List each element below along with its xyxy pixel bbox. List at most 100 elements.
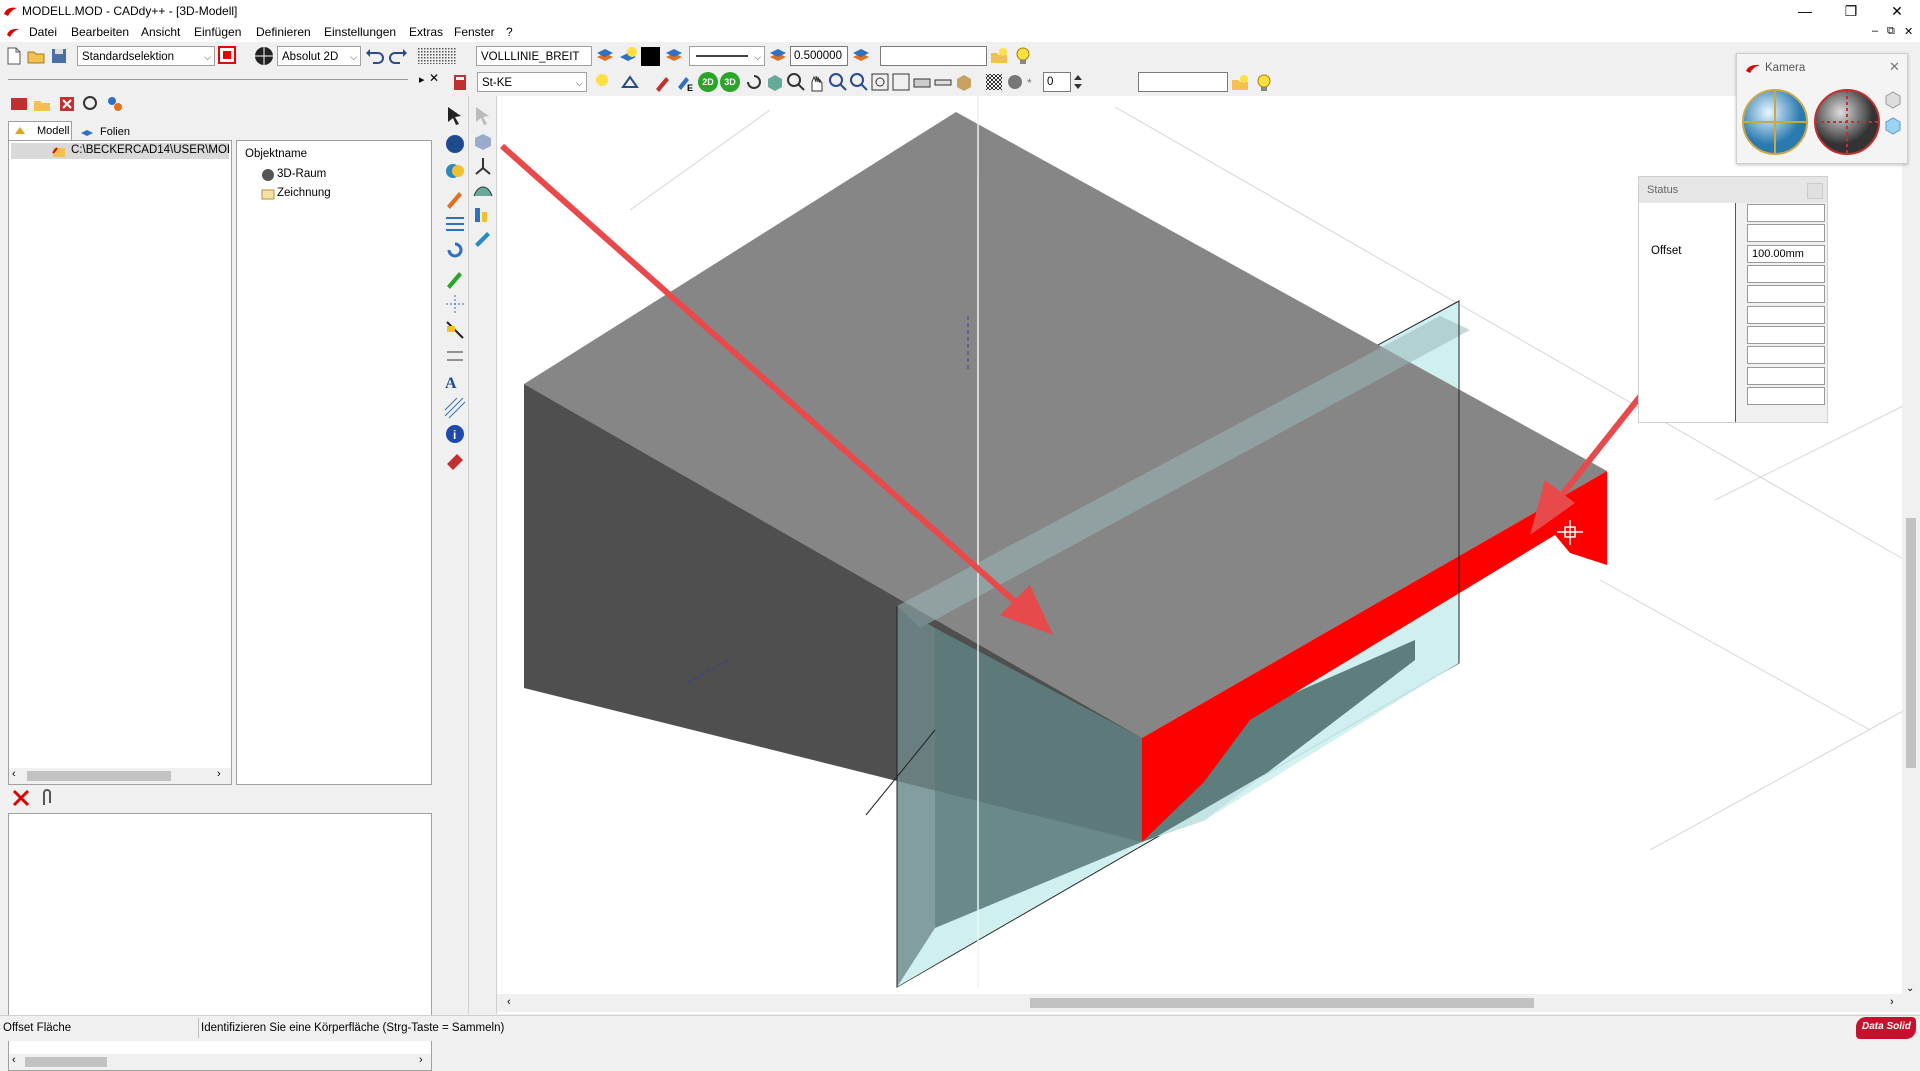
linewidth-layer-icon[interactable] — [767, 45, 789, 67]
close-button[interactable]: ✕ — [1874, 0, 1920, 22]
info-icon[interactable]: i — [443, 422, 467, 446]
linewidth-field[interactable]: 0.500000 — [790, 46, 848, 66]
draw-pencil-icon[interactable] — [443, 186, 467, 210]
layer-icon[interactable] — [594, 45, 616, 67]
orbit-globe-icon[interactable] — [1741, 88, 1809, 156]
view-cube-gray-icon[interactable] — [1883, 90, 1903, 110]
scroll-down-icon[interactable]: ⌄ — [1906, 983, 1914, 994]
pin-icon[interactable]: ▸ — [419, 73, 425, 86]
menu-datei[interactable]: Datei — [29, 25, 57, 39]
shading-cube-icon[interactable] — [953, 71, 975, 93]
offset-value-field[interactable]: 100.00mm — [1747, 245, 1825, 263]
menu-einstellungen[interactable]: Einstellungen — [324, 25, 396, 39]
menu-einfuegen[interactable]: Einfügen — [194, 25, 241, 39]
paint-icon[interactable] — [471, 226, 495, 250]
lightbulb-icon[interactable] — [1012, 45, 1034, 67]
add-folder-icon[interactable] — [32, 93, 54, 115]
delete-red-icon[interactable] — [56, 93, 78, 115]
line-style-select[interactable]: ⌵ — [689, 46, 765, 66]
scroll-left-icon[interactable]: ‹ — [12, 768, 16, 780]
layer-number-field[interactable]: 0 — [1043, 72, 1071, 92]
view-cube-blue-icon[interactable] — [1883, 116, 1903, 136]
zoom-extents-icon[interactable] — [890, 71, 912, 93]
status-field-4[interactable] — [1747, 265, 1825, 283]
light-cube-icon[interactable] — [591, 71, 613, 93]
layer-light-icon[interactable] — [617, 45, 639, 67]
toolbar1-blank-field[interactable] — [880, 46, 987, 66]
folder-light-icon-2[interactable] — [1230, 72, 1252, 94]
selection-hscrollbar[interactable]: ‹ › — [9, 1054, 431, 1070]
view-2d-button[interactable]: 2D — [698, 72, 718, 92]
edit-e-icon[interactable]: E — [674, 71, 696, 93]
pan-hand-icon[interactable] — [806, 71, 828, 93]
measure-icon[interactable] — [443, 318, 467, 342]
kamera-close-icon[interactable]: ✕ — [1889, 59, 1900, 75]
orbit-dark-globe-icon[interactable] — [1813, 88, 1881, 156]
edit-green-icon[interactable] — [443, 266, 467, 290]
sphere-icon[interactable] — [1004, 71, 1026, 93]
doc-minimize-button[interactable]: – — [1872, 25, 1878, 37]
scroll-right-icon[interactable]: › — [1890, 996, 1894, 1008]
tab-folien[interactable]: Folien — [72, 123, 134, 141]
rotate-view-icon[interactable] — [743, 71, 765, 93]
doc-close-button[interactable]: ✕ — [1904, 25, 1913, 38]
object-item-zeichnung[interactable]: Zeichnung — [261, 186, 421, 202]
tree-item-selected[interactable]: C:\BECKERCAD14\USER\MOD — [11, 143, 229, 159]
menu-fenster[interactable]: Fenster — [454, 25, 495, 39]
scroll-thumb[interactable] — [27, 771, 171, 781]
folder-light-icon[interactable] — [989, 45, 1011, 67]
color-layer-icon[interactable] — [663, 45, 685, 67]
status-field-9[interactable] — [1747, 367, 1825, 385]
status-field-10[interactable] — [1747, 387, 1825, 405]
star-icon[interactable]: * — [1026, 73, 1038, 95]
status-field-6[interactable] — [1747, 306, 1825, 324]
view-cube-icon[interactable] — [764, 71, 786, 93]
hatch-tool-icon[interactable] — [443, 396, 467, 420]
selection-mode-select[interactable]: Standardselektion ⌵ — [77, 46, 215, 66]
scroll-left-icon[interactable]: ‹ — [12, 1054, 16, 1066]
box-primitive-icon[interactable] — [471, 130, 495, 154]
point-snap-icon[interactable] — [443, 292, 467, 316]
scroll-left-icon[interactable]: ‹ — [507, 996, 511, 1008]
minimize-button[interactable]: — — [1782, 0, 1828, 22]
status-field-7[interactable] — [1747, 326, 1825, 344]
hscroll-thumb[interactable] — [1030, 998, 1534, 1008]
redo-icon[interactable] — [387, 45, 409, 67]
zoom-in-icon[interactable] — [827, 71, 849, 93]
save-icon[interactable] — [48, 45, 70, 67]
select-light-icon[interactable] — [471, 104, 495, 128]
scroll-right-icon[interactable]: › — [217, 768, 221, 780]
surface-icon[interactable] — [471, 178, 495, 202]
rotate-tool-icon[interactable] — [443, 238, 467, 262]
zoom-window-icon[interactable] — [785, 71, 807, 93]
zoom-out-icon[interactable] — [848, 71, 870, 93]
open-folder-icon[interactable] — [25, 45, 47, 67]
coordinate-icon[interactable] — [253, 45, 275, 67]
status-field-5[interactable] — [1747, 285, 1825, 303]
new-file-icon[interactable] — [3, 45, 25, 67]
selection-filter-icon[interactable] — [217, 45, 239, 67]
grid-pattern-icon[interactable] — [415, 45, 459, 67]
panel-close-icon[interactable]: ✕ — [429, 71, 439, 85]
color-swatch[interactable] — [641, 47, 660, 66]
remove-selection-icon[interactable] — [10, 787, 32, 809]
material-book-icon[interactable] — [450, 71, 472, 93]
restore-button[interactable]: ❐ — [1828, 0, 1874, 22]
search-object-icon[interactable] — [80, 93, 102, 115]
section-icon[interactable] — [911, 71, 933, 93]
object-item-3d-raum[interactable]: 3D-Raum — [261, 167, 421, 183]
properties-icon[interactable] — [104, 93, 126, 115]
menu-extras[interactable]: Extras — [409, 25, 443, 39]
undo-icon[interactable] — [364, 45, 386, 67]
select-arrow-icon[interactable] — [443, 104, 467, 128]
width-layer-icon[interactable] — [850, 45, 872, 67]
material-select[interactable]: St-KE ⌵ — [477, 72, 587, 92]
pen-icon[interactable] — [652, 71, 674, 93]
status-close-button[interactable] — [1807, 183, 1823, 199]
menu-definieren[interactable]: Definieren — [256, 25, 311, 39]
status-field-8[interactable] — [1747, 346, 1825, 364]
view-3d-button[interactable]: 3D — [720, 72, 740, 92]
hatch-icon[interactable] — [983, 71, 1005, 93]
viewport-hscrollbar[interactable]: ‹ › — [497, 994, 1920, 1012]
coord-mode-select[interactable]: Absolut 2D ⌵ — [277, 46, 361, 66]
